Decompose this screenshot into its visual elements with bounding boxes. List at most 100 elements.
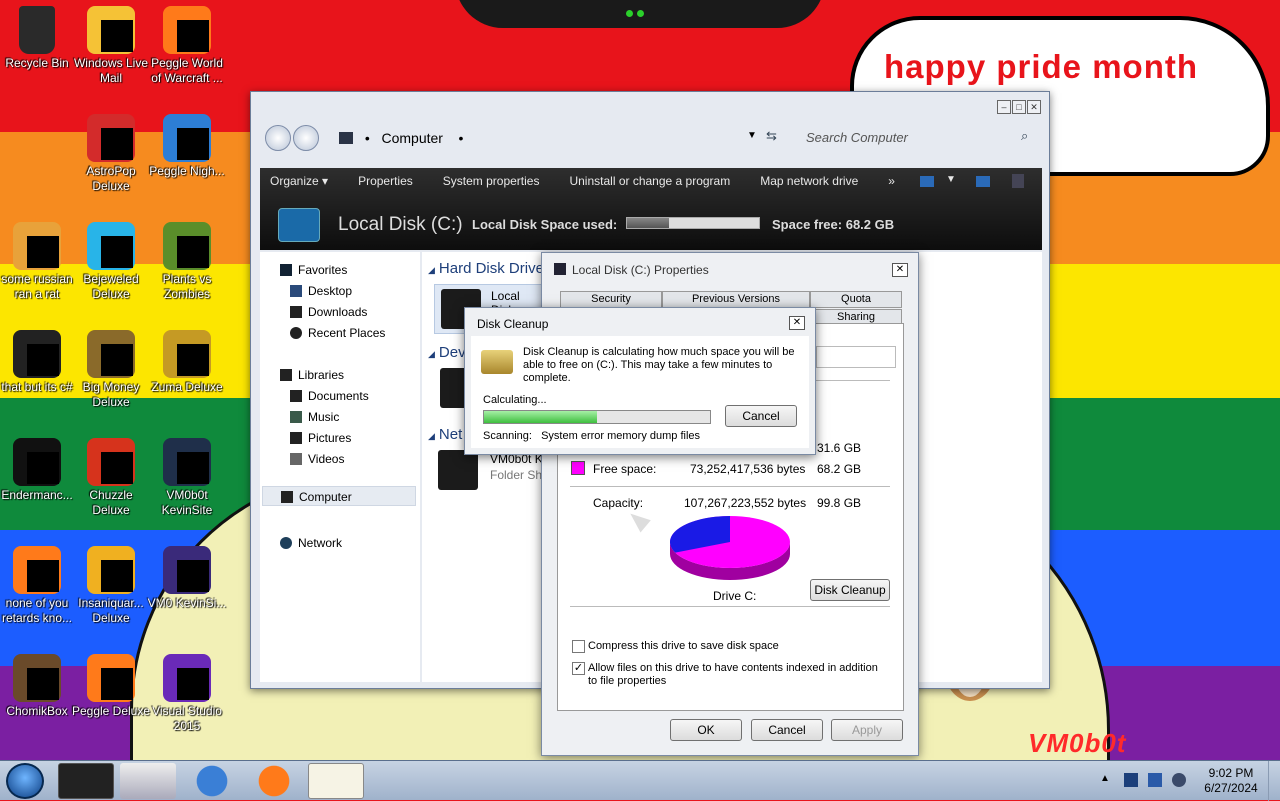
view-options-icon[interactable] bbox=[920, 176, 934, 187]
toolbar-item-4[interactable]: Map network drive bbox=[760, 174, 858, 188]
preview-pane-icon[interactable] bbox=[976, 176, 990, 187]
redaction-box bbox=[177, 668, 209, 700]
desktop-icon-5[interactable]: some russian ran a rat bbox=[0, 222, 77, 302]
dialog-title: Local Disk (C:) Properties bbox=[572, 263, 709, 277]
nav-music[interactable]: Music bbox=[290, 410, 339, 424]
nav-videos[interactable]: Videos bbox=[290, 452, 344, 466]
desktop-icon-19[interactable]: Visual Studio 2015 bbox=[147, 654, 227, 734]
taskbar-globe-button[interactable] bbox=[184, 763, 240, 799]
redaction-box bbox=[177, 452, 209, 484]
space-used-fill bbox=[627, 218, 670, 228]
desktop-icon-11[interactable]: Endermanc... bbox=[0, 438, 77, 503]
disk-cleanup-dialog: Disk Cleanup ✕ Disk Cleanup is calculati… bbox=[464, 307, 816, 455]
index-checkbox[interactable]: ✓ bbox=[572, 662, 585, 675]
cancel-button[interactable]: Cancel bbox=[751, 719, 823, 741]
dialog-drive-icon bbox=[554, 263, 566, 275]
taskbar-firefox-button[interactable] bbox=[246, 763, 302, 799]
nav-libraries[interactable]: Libraries bbox=[280, 368, 344, 382]
dialog-close-button[interactable]: ✕ bbox=[892, 263, 908, 277]
forward-button[interactable] bbox=[293, 125, 319, 151]
group-devices[interactable]: ◢ Dev bbox=[428, 344, 466, 361]
toolbar-item-1[interactable]: Properties bbox=[358, 174, 413, 188]
maximize-button[interactable]: □ bbox=[1012, 100, 1026, 114]
view-dropdown-icon[interactable]: ▼ bbox=[946, 174, 956, 185]
nav-documents[interactable]: Documents bbox=[290, 389, 369, 403]
redaction-box bbox=[27, 236, 59, 268]
nav-network[interactable]: Network bbox=[280, 536, 342, 550]
desktop-icon-13[interactable]: VM0b0t KevinSite bbox=[147, 438, 227, 518]
desktop-icon-18[interactable]: Peggle Deluxe bbox=[71, 654, 151, 719]
toolbar-item-3[interactable]: Uninstall or change a program bbox=[569, 174, 730, 188]
ok-button[interactable]: OK bbox=[670, 719, 742, 741]
desktop-icon-10[interactable]: Zuma Deluxe bbox=[147, 330, 227, 395]
disk-cleanup-button[interactable]: Disk Cleanup bbox=[810, 579, 890, 601]
system-clock[interactable]: 9:02 PM 6/27/2024 bbox=[1196, 766, 1266, 796]
drive-c-label: Drive C: bbox=[713, 589, 757, 603]
desktop-icon bbox=[290, 285, 302, 297]
tab-previous-versions[interactable]: Previous Versions bbox=[662, 291, 810, 308]
desktop-icon-2[interactable]: Peggle World of Warcraft ... bbox=[147, 6, 227, 86]
drive-title: Local Disk (C:) bbox=[338, 214, 463, 235]
refresh-icon[interactable]: ⇆ bbox=[766, 128, 777, 144]
redaction-box bbox=[177, 344, 209, 376]
desktop-icon-17[interactable]: ChomikBox bbox=[0, 654, 77, 719]
nav-favorites[interactable]: Favorites bbox=[280, 263, 347, 277]
disk-cleanup-close-button[interactable]: ✕ bbox=[789, 316, 805, 330]
desktop-icon-7[interactable]: Plants vs Zombies bbox=[147, 222, 227, 302]
desktop-icon-4[interactable]: Peggle Nigh... bbox=[147, 114, 227, 179]
address-bar[interactable]: • Computer • bbox=[339, 128, 769, 148]
address-dropdown-icon[interactable]: ▼ bbox=[747, 130, 757, 141]
apply-button[interactable]: Apply bbox=[831, 719, 903, 741]
desktop-icon-9[interactable]: Big Money Deluxe bbox=[71, 330, 151, 410]
desktop-icon-1[interactable]: Windows Live Mail bbox=[71, 6, 151, 86]
tab-quota[interactable]: Quota bbox=[810, 291, 902, 308]
tray-volume-icon[interactable] bbox=[1172, 773, 1186, 787]
file-icon bbox=[13, 222, 61, 270]
desktop-icon-12[interactable]: Chuzzle Deluxe bbox=[71, 438, 151, 518]
toolbar-item-5[interactable]: » bbox=[888, 174, 895, 188]
show-hidden-icons-button[interactable]: ▲ bbox=[1100, 773, 1110, 784]
downloads-icon bbox=[290, 306, 302, 318]
space-used-label: Space used: bbox=[540, 217, 618, 232]
nav-pictures[interactable]: Pictures bbox=[290, 431, 351, 445]
desktop-icon-16[interactable]: VM0 KevinSi... bbox=[147, 546, 227, 611]
search-icon[interactable]: ⌕ bbox=[1021, 128, 1028, 144]
desktop-icon-6[interactable]: Bejeweled Deluxe bbox=[71, 222, 151, 302]
desktop-icon-0[interactable]: Recycle Bin bbox=[0, 6, 77, 71]
desktop-icon-label: Windows Live Mail bbox=[73, 56, 149, 85]
search-input[interactable]: Search Computer bbox=[806, 128, 1036, 148]
nav-desktop[interactable]: Desktop bbox=[290, 284, 352, 298]
start-button[interactable] bbox=[6, 763, 44, 799]
taskbar-media-button[interactable] bbox=[120, 763, 176, 799]
nav-downloads[interactable]: Downloads bbox=[290, 305, 367, 319]
nav-computer[interactable]: Computer bbox=[262, 486, 416, 506]
nav-recent-places[interactable]: Recent Places bbox=[290, 326, 385, 340]
minimize-button[interactable]: – bbox=[997, 100, 1011, 114]
tray-network-icon[interactable] bbox=[1148, 773, 1162, 787]
taskbar-explorer-button[interactable] bbox=[58, 763, 114, 799]
taskbar-disk-cleanup-button[interactable] bbox=[308, 763, 364, 799]
back-button[interactable] bbox=[265, 125, 291, 151]
volume-label-input[interactable] bbox=[816, 346, 896, 368]
disk-cleanup-cancel-button[interactable]: Cancel bbox=[725, 405, 797, 427]
capacity-gb: 99.8 GB bbox=[817, 496, 862, 510]
chomikbox-icon bbox=[13, 654, 61, 702]
group-network-locations[interactable]: ◢ Net bbox=[428, 426, 462, 443]
desktop-icon-15[interactable]: Insaniquar... Deluxe bbox=[71, 546, 151, 626]
close-button[interactable]: ✕ bbox=[1027, 100, 1041, 114]
group-hard-disk-drives[interactable]: ◢ Hard Disk Drive bbox=[428, 260, 544, 277]
toolbar-item-0[interactable]: Organize ▾ bbox=[270, 174, 328, 188]
tray-security-icon[interactable] bbox=[1124, 773, 1138, 787]
desktop-icon-3[interactable]: AstroPop Deluxe bbox=[71, 114, 151, 194]
mail-icon bbox=[87, 6, 135, 54]
toolbar-item-2[interactable]: System properties bbox=[443, 174, 540, 188]
calculating-label: Calculating... bbox=[483, 394, 547, 406]
drive-icon bbox=[278, 208, 320, 242]
breadcrumb-computer[interactable]: Computer bbox=[381, 130, 442, 146]
desktop-icon-14[interactable]: none of you retards kno... bbox=[0, 546, 77, 626]
help-icon[interactable] bbox=[1012, 174, 1024, 188]
desktop-icon-8[interactable]: that but its c# bbox=[0, 330, 77, 395]
show-desktop-button[interactable] bbox=[1268, 761, 1280, 801]
tab-security[interactable]: Security bbox=[560, 291, 662, 308]
compress-checkbox[interactable] bbox=[572, 640, 585, 653]
